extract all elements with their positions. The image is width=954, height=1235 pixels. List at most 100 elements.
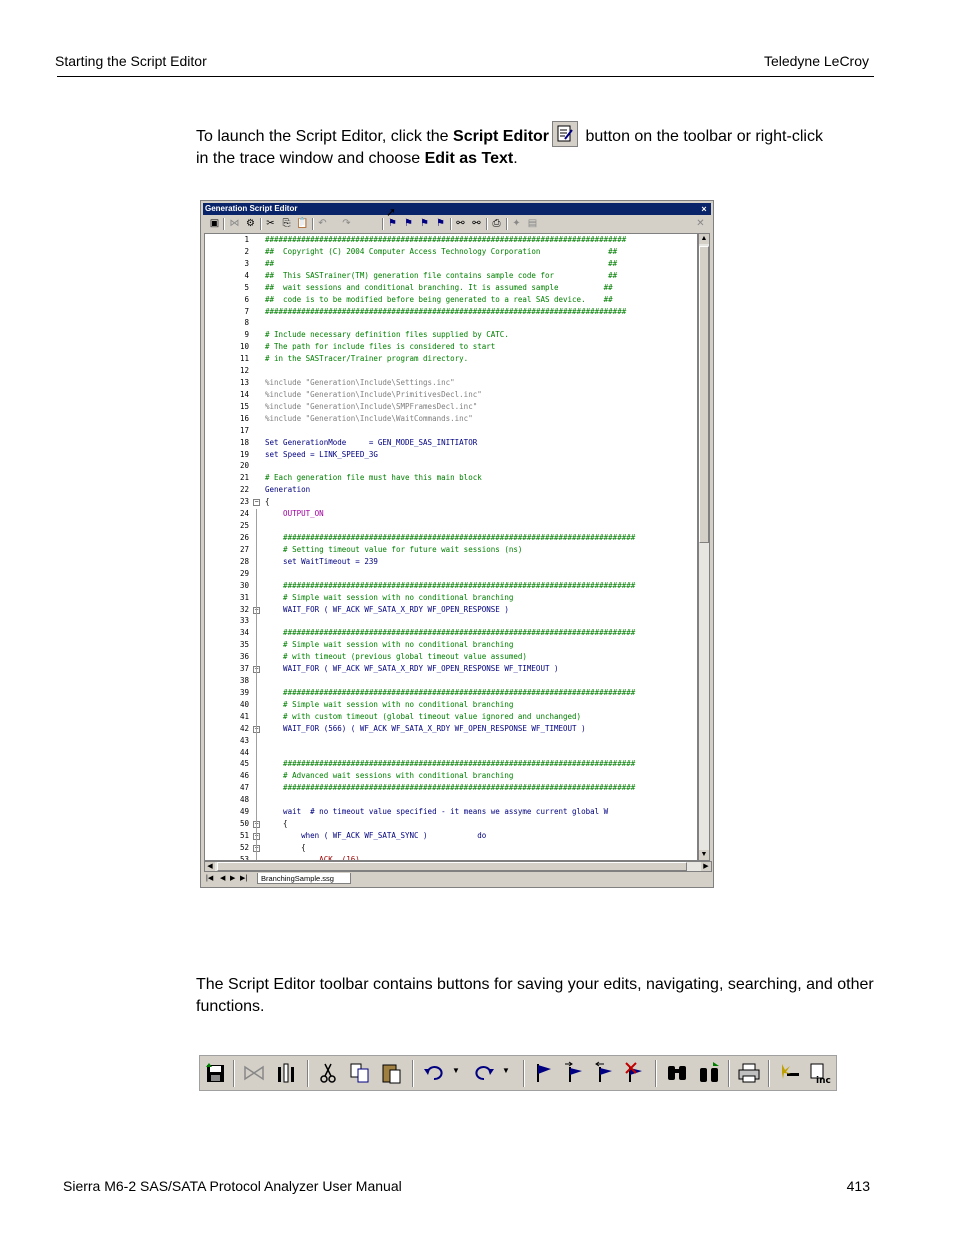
line-number: 37 xyxy=(239,664,249,674)
previous-bookmark-icon[interactable]: ⚑ xyxy=(418,217,431,230)
vertical-scroll-thumb[interactable] xyxy=(699,246,709,543)
next-bookmark-icon[interactable]: ⚑ xyxy=(402,217,415,230)
code-editor[interactable]: 1 #######################################… xyxy=(204,233,698,861)
fold-toggle-icon[interactable]: − xyxy=(253,499,260,507)
script-editor-icon xyxy=(552,121,579,147)
insert-icon[interactable] xyxy=(778,1061,802,1085)
clear-bookmarks-icon[interactable] xyxy=(622,1061,646,1085)
line-number: 19 xyxy=(239,449,249,459)
code-line: set WaitTimeout = 239 xyxy=(265,556,378,566)
line-number: 23 xyxy=(239,497,249,507)
header-rule xyxy=(57,76,874,77)
paste-icon[interactable] xyxy=(380,1061,404,1085)
clear-bookmarks-icon[interactable]: ⚑ xyxy=(434,217,447,230)
close-button[interactable]: × xyxy=(699,203,709,214)
line-number: 39 xyxy=(239,687,249,697)
code-line: # Include necessary definition files sup… xyxy=(265,330,509,340)
save-icon[interactable] xyxy=(204,1061,228,1085)
vertical-scrollbar[interactable]: ▲ ▼ xyxy=(698,233,710,861)
find-replace-icon[interactable]: ⚯ xyxy=(470,217,483,230)
line-number: 12 xyxy=(239,366,249,376)
code-line: { xyxy=(265,819,288,829)
next-bookmark-icon[interactable] xyxy=(562,1061,586,1085)
code-line: # Setting timeout value for future wait … xyxy=(265,544,523,554)
window-titlebar: Generation Script Editor × xyxy=(203,203,711,215)
line-number: 52 xyxy=(239,842,249,852)
line-number: 26 xyxy=(239,533,249,542)
next-tab-icon[interactable]: ▶ xyxy=(230,874,235,882)
insert-icon[interactable]: ✦ xyxy=(510,217,523,230)
redo-icon[interactable]: ↷ xyxy=(340,217,353,230)
line-number: 44 xyxy=(239,747,249,757)
line-number: 11 xyxy=(239,354,249,364)
first-tab-icon[interactable]: |◀ xyxy=(206,874,213,882)
compare-icon[interactable] xyxy=(242,1061,266,1085)
find-icon[interactable] xyxy=(665,1061,689,1085)
line-number: 9 xyxy=(244,330,249,340)
code-line: ########################################… xyxy=(265,759,636,769)
find-icon[interactable]: ⚯ xyxy=(454,217,467,230)
last-tab-icon[interactable]: ▶| xyxy=(240,874,247,882)
toolbar-separator xyxy=(260,218,262,230)
code-line: ########################################… xyxy=(265,306,627,316)
toolbar-separator xyxy=(768,1060,770,1087)
include-file-icon[interactable]: ▤ xyxy=(526,217,539,230)
intro-bold-script-editor: Script Editor xyxy=(453,128,550,145)
code-line: { xyxy=(265,842,306,852)
paste-icon[interactable]: 📋 xyxy=(296,217,309,230)
scroll-left-icon[interactable]: ◀ xyxy=(205,862,215,871)
document-tab[interactable]: BranchingSample.ssg xyxy=(257,873,351,884)
bookmark-icon[interactable] xyxy=(532,1061,556,1085)
code-line: # Simple wait session with no conditiona… xyxy=(265,640,514,650)
cut-icon[interactable] xyxy=(316,1061,340,1085)
scroll-right-icon[interactable]: ▶ xyxy=(701,862,711,871)
horizontal-scroll-thumb[interactable] xyxy=(217,862,687,871)
page-number: 413 xyxy=(846,1178,870,1194)
copy-icon[interactable] xyxy=(348,1061,372,1085)
window-title: Generation Script Editor xyxy=(205,204,298,213)
redo-dropdown-icon[interactable]: ▼ xyxy=(502,1066,510,1075)
line-number: 14 xyxy=(239,389,249,399)
undo-icon[interactable] xyxy=(422,1061,446,1085)
previous-bookmark-icon[interactable] xyxy=(592,1061,616,1085)
code-line: ########################################… xyxy=(265,580,636,590)
code-line: when ( WF_ACK WF_SATA_SYNC ) do xyxy=(265,831,487,840)
print-icon[interactable]: ⎙ xyxy=(490,217,503,230)
line-number: 5 xyxy=(244,282,249,292)
toolbar-separator xyxy=(486,218,488,230)
horizontal-scrollbar[interactable]: ◀ ▶ xyxy=(204,861,712,872)
copy-icon[interactable]: ⎘ xyxy=(280,217,293,230)
code-line: %include "Generation\Include\Settings.in… xyxy=(265,378,455,388)
code-line: # Simple wait session with no conditiona… xyxy=(265,592,514,602)
compare-icon[interactable]: ⋈ xyxy=(228,217,241,230)
line-number: 36 xyxy=(239,652,249,662)
scroll-up-icon[interactable]: ▲ xyxy=(699,234,709,244)
line-number: 46 xyxy=(239,771,249,781)
close-document-icon[interactable]: ✕ xyxy=(694,217,707,230)
code-line: # Advanced wait sessions with conditiona… xyxy=(265,771,514,781)
code-line: { xyxy=(265,497,270,507)
line-number: 32 xyxy=(239,604,249,614)
line-number: 24 xyxy=(239,509,249,519)
settings-icon[interactable]: ⚙ xyxy=(244,217,257,230)
line-number: 6 xyxy=(244,294,249,304)
undo-dropdown-icon[interactable]: ▼ xyxy=(452,1066,460,1075)
line-number: 7 xyxy=(244,306,249,316)
intro-paragraph: To launch the Script Editor, click the S… xyxy=(196,121,836,170)
toolbar-separator xyxy=(312,218,314,230)
line-number: 49 xyxy=(239,807,249,817)
undo-icon[interactable]: ↶ xyxy=(316,217,329,230)
intro-text-3: . xyxy=(513,150,518,167)
line-number: 4 xyxy=(244,270,249,280)
print-icon[interactable] xyxy=(737,1061,761,1085)
cut-icon[interactable]: ✂ xyxy=(264,217,277,230)
toolbar-separator xyxy=(523,1060,525,1087)
scroll-down-icon[interactable]: ▼ xyxy=(699,850,709,860)
redo-icon[interactable] xyxy=(472,1061,496,1085)
include-file-icon[interactable]: inc xyxy=(808,1061,832,1085)
previous-tab-icon[interactable]: ◀ xyxy=(220,874,225,882)
find-replace-icon[interactable] xyxy=(697,1061,721,1085)
settings-icon[interactable] xyxy=(274,1061,298,1085)
toolbar-separator xyxy=(506,218,508,230)
save-icon[interactable]: ▣ xyxy=(208,217,221,230)
